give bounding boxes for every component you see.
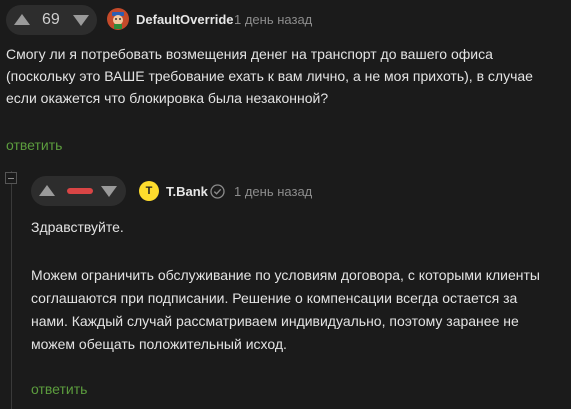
reply-link[interactable]: ответить <box>6 137 62 153</box>
user-avatar[interactable] <box>107 8 129 30</box>
vote-control <box>31 176 126 206</box>
comment-body: Можем ограничить обслуживание по условия… <box>31 264 566 356</box>
verified-check-icon <box>210 184 225 199</box>
comment-time[interactable]: 1 день назад <box>234 184 312 199</box>
comment-line: Можем ограничить обслуживание по условия… <box>31 267 540 283</box>
collapse-thread-icon[interactable] <box>5 172 17 184</box>
comment-author[interactable]: T.Bank <box>166 184 208 199</box>
vote-control: 69 <box>6 5 97 35</box>
comment-body: Смогу ли я потребовать возмещения денег … <box>6 43 566 109</box>
comment-line: Смогу ли я потребовать возмещения денег … <box>6 46 493 62</box>
negative-rating-bar <box>67 188 93 194</box>
comment-author[interactable]: DefaultOverride <box>136 12 234 27</box>
thread-line[interactable] <box>11 171 12 409</box>
comment-greeting: Здравствуйте. <box>31 219 124 235</box>
upvote-icon[interactable] <box>14 14 30 25</box>
comment-line: можем обещать положительный исход. <box>31 336 287 352</box>
downvote-icon[interactable] <box>101 186 117 197</box>
comment-line: (поскольку это ВАШЕ требование ехать к в… <box>6 68 533 84</box>
upvote-icon[interactable] <box>39 185 55 196</box>
comment-line: если окажется что блокировка была незако… <box>6 90 329 106</box>
tbank-avatar[interactable]: T <box>139 181 159 201</box>
comment-line: нами. Каждый случай рассматриваем индиви… <box>31 313 519 329</box>
comment-score: 69 <box>42 11 60 28</box>
comment-line: соглашаются при подписании. Решение о ко… <box>31 290 518 306</box>
reply-link[interactable]: ответить <box>31 381 87 397</box>
avatar-letter: T <box>145 185 153 197</box>
downvote-icon[interactable] <box>73 15 89 26</box>
comment-time[interactable]: 1 день назад <box>234 12 312 27</box>
